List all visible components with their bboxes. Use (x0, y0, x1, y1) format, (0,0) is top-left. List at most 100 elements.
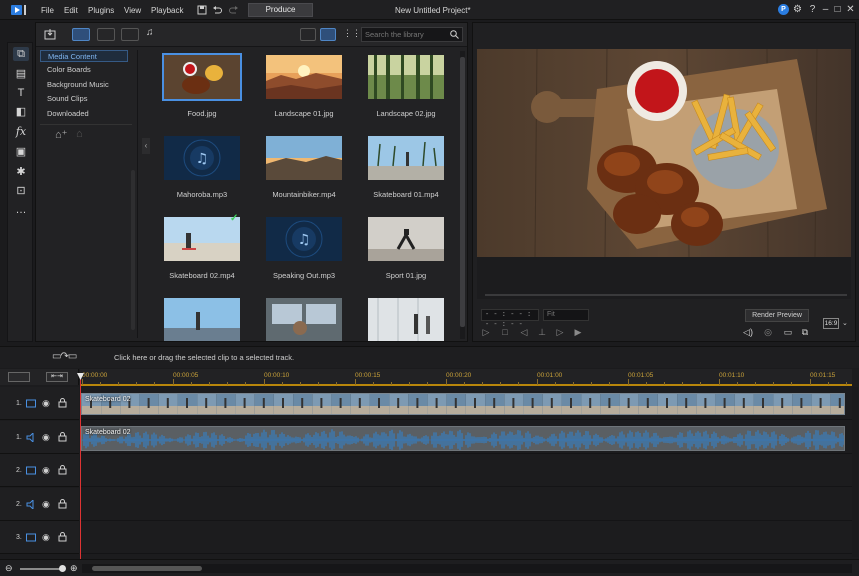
filter-image-button[interactable] (121, 28, 139, 41)
zoom-in-icon[interactable]: ⊕ (70, 563, 78, 574)
track-header[interactable]: 2. ◉ (0, 454, 79, 487)
redo-icon[interactable] (229, 5, 239, 15)
menu-edit[interactable]: Edit (64, 6, 78, 15)
help-icon[interactable]: ? (807, 4, 818, 15)
track-visibility-eye-icon[interactable]: ◉ (42, 465, 52, 475)
subtitles-icon[interactable]: ▭ (783, 327, 793, 337)
library-item[interactable]: Sport 01.jpg (368, 217, 444, 280)
snapshot-icon[interactable]: ⊥ (537, 327, 547, 337)
library-item[interactable]: Landscape 02.jpg (368, 55, 444, 118)
library-item[interactable]: Skateboard 01.mp4 (368, 136, 444, 199)
thumbnail-view-button[interactable] (320, 28, 336, 41)
menu-view[interactable]: View (124, 6, 141, 15)
playhead[interactable] (80, 377, 81, 569)
tree-item-media-content[interactable]: Media Content (40, 50, 128, 62)
zoom-slider[interactable] (20, 568, 64, 570)
track-visibility-eye-icon[interactable]: ◉ (42, 398, 52, 408)
track-lock-icon[interactable] (58, 398, 67, 408)
track-lock-icon[interactable] (58, 465, 67, 475)
audio-clip[interactable]: Skateboard 02 (81, 426, 845, 451)
library-item[interactable]: Mountainbiker.mp4 (266, 136, 342, 199)
track-visibility-eye-icon[interactable]: ◉ (42, 432, 52, 442)
title-room-icon[interactable]: ▤ (13, 67, 29, 81)
track-lock-icon[interactable] (58, 532, 67, 542)
library-item[interactable] (266, 298, 342, 341)
cyberlink-account-icon[interactable]: P (778, 4, 789, 15)
preview-scrubber[interactable] (485, 294, 847, 296)
track-lane[interactable] (80, 487, 852, 521)
zoom-slider-knob[interactable] (59, 565, 66, 572)
track-lock-icon[interactable] (58, 498, 67, 509)
track-visibility-eye-icon[interactable]: ◉ (42, 532, 52, 542)
render-preview-button[interactable]: Render Preview (745, 309, 809, 322)
pip-room-icon[interactable]: ▣ (13, 145, 29, 159)
undo-icon[interactable] (212, 5, 222, 15)
previous-frame-icon[interactable]: ◁ (519, 327, 529, 337)
insert-to-track-icon[interactable]: ▭↷▭ (52, 351, 77, 362)
track-lane[interactable] (80, 454, 852, 487)
effects-room-icon[interactable]: fx (13, 125, 29, 139)
remove-tag-icon[interactable]: ⌂ (76, 128, 83, 140)
library-item[interactable] (368, 298, 444, 341)
play-icon[interactable]: ▷ (481, 327, 491, 337)
aspect-ratio-button[interactable]: 16:9 (823, 318, 839, 329)
library-item[interactable]: ✓ Skateboard 02.mp4 (164, 214, 240, 280)
camera-icon[interactable]: ◎ (763, 327, 773, 337)
import-media-icon[interactable] (44, 29, 57, 40)
minimize-icon[interactable]: – (820, 4, 831, 15)
volume-icon[interactable]: ◁) (743, 327, 753, 337)
library-search-input[interactable] (361, 27, 463, 42)
search-icon[interactable] (450, 30, 459, 39)
subtitle-room-icon[interactable]: ⊡ (13, 184, 29, 198)
track-header[interactable]: 3. ◉ (0, 521, 79, 554)
list-view-button[interactable] (300, 28, 316, 41)
menu-playback[interactable]: Playback (151, 6, 183, 15)
undock-preview-icon[interactable]: ⧉ (800, 327, 810, 337)
particle-room-icon[interactable]: ✱ (13, 165, 29, 179)
text-room-icon[interactable]: T (13, 86, 29, 100)
tree-item-downloaded[interactable]: Downloaded (40, 108, 128, 120)
filter-all-media-button[interactable] (72, 28, 90, 41)
close-icon[interactable]: ✕ (845, 4, 856, 15)
tree-scrollbar[interactable] (131, 170, 135, 330)
track-header[interactable]: 1. ◉ (0, 387, 79, 420)
menu-plugins[interactable]: Plugins (88, 6, 114, 15)
timecode-display[interactable]: - - : - - : - - : - - (481, 309, 539, 329)
media-room-icon[interactable]: ⧉ (13, 47, 29, 61)
tree-item-sound-clips[interactable]: Sound Clips (40, 93, 128, 105)
add-tag-icon[interactable]: ⌂⁺ (55, 128, 67, 141)
stop-icon[interactable]: □ (500, 327, 510, 337)
library-item[interactable]: ♫ Speaking Out.mp3 (266, 217, 342, 280)
library-item[interactable]: Landscape 01.jpg (266, 55, 342, 118)
collapse-tree-icon[interactable]: ‹ (142, 138, 150, 154)
track-lock-icon[interactable] (58, 431, 67, 442)
filter-audio-icon[interactable]: ♫ (146, 27, 154, 38)
fast-forward-icon[interactable]: ▶ (573, 327, 583, 337)
save-icon[interactable] (197, 5, 207, 15)
zoom-fit-select[interactable]: Fit (543, 309, 589, 321)
storyboard-view-icon[interactable] (8, 372, 30, 382)
library-item[interactable] (164, 298, 240, 341)
more-icon[interactable]: … (13, 203, 29, 217)
track-header[interactable]: 1. ◉ (0, 420, 79, 454)
timeline-hint[interactable]: Click here or drag the selected clip to … (114, 353, 294, 362)
chevron-down-icon[interactable]: ⌄ (842, 319, 848, 327)
video-clip[interactable]: Skateboard 02 (81, 393, 845, 415)
fit-timeline-icon[interactable]: ⇤⇥ (46, 372, 68, 382)
menu-file[interactable]: File (41, 6, 54, 15)
filter-video-button[interactable] (97, 28, 115, 41)
transition-room-icon[interactable]: ◧ (13, 105, 29, 119)
timeline-vertical-scrollbar[interactable] (852, 387, 858, 557)
timeline-ruler[interactable]: 00:00:00 00:00:05 00:00:10 00:00:15 00:00:20… (80, 369, 852, 386)
settings-gear-icon[interactable]: ⚙ (792, 4, 803, 15)
next-frame-icon[interactable]: ▷ (555, 327, 565, 337)
grid-options-icon[interactable]: ⋮⋮ (343, 28, 361, 39)
produce-button[interactable]: Produce (248, 3, 313, 17)
zoom-out-icon[interactable]: ⊖ (5, 563, 13, 574)
maximize-icon[interactable]: □ (832, 4, 843, 15)
library-item[interactable]: ♫ Mahoroba.mp3 (164, 136, 240, 199)
tree-item-color-boards[interactable]: Color Boards (40, 64, 128, 76)
timeline-horizontal-scrollbar[interactable] (82, 564, 852, 573)
library-item[interactable]: Food.jpg (162, 53, 242, 118)
track-lane[interactable] (80, 521, 852, 554)
